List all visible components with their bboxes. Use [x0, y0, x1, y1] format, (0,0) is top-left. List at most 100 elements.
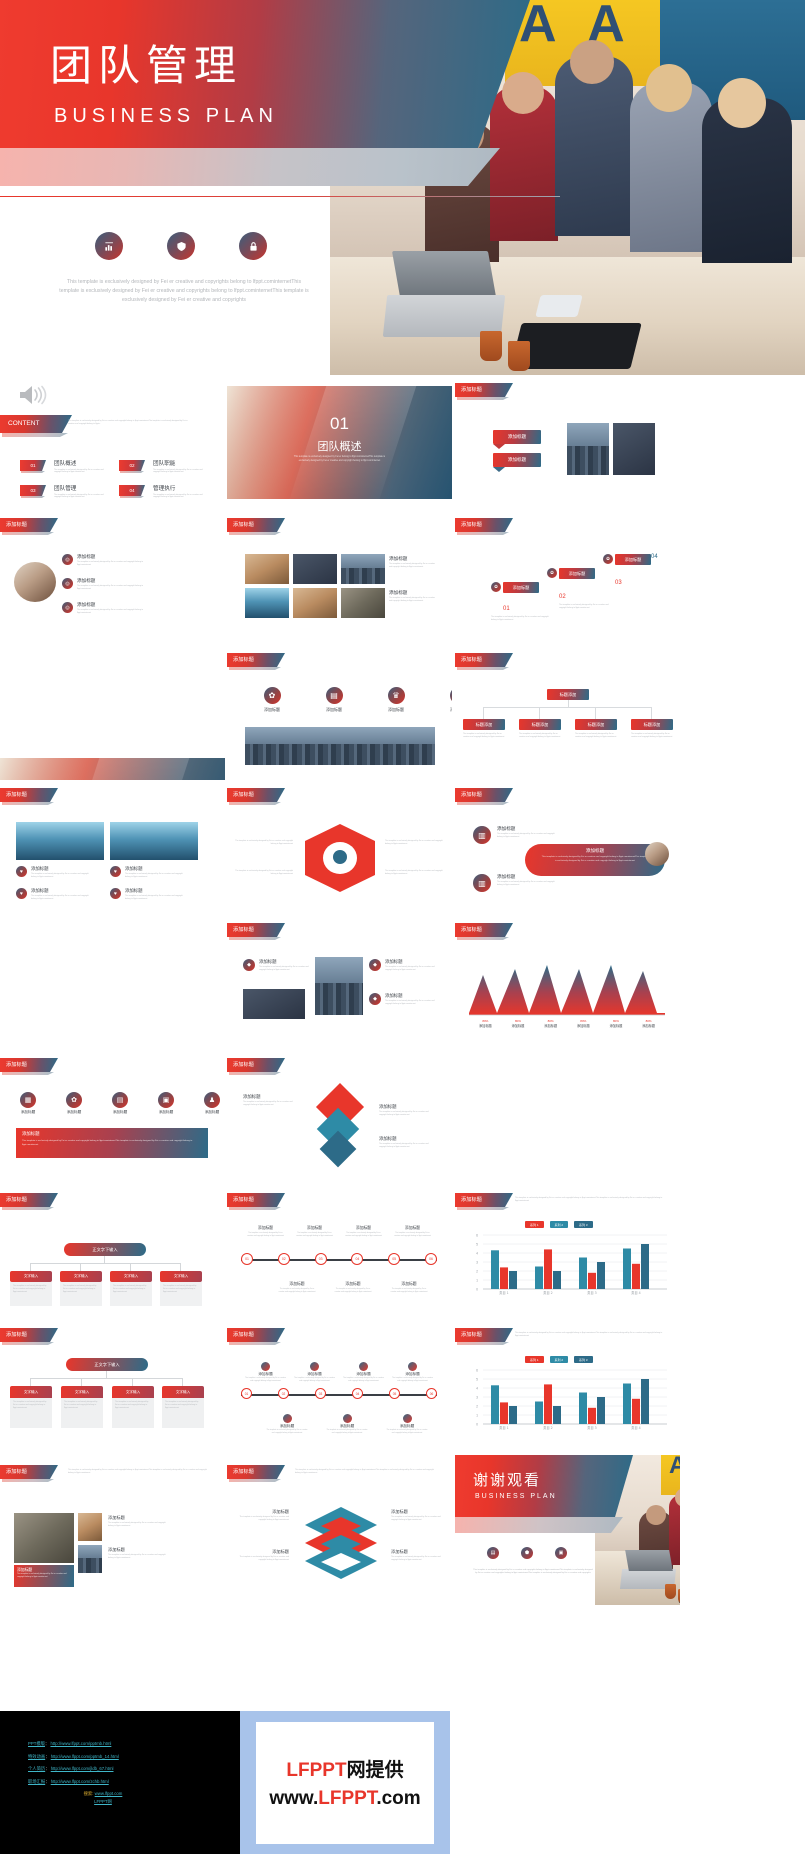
footer-link-4[interactable]: 职场汇报： http://www.lfppt.com/zchb.html: [28, 1779, 178, 1785]
footer-link-3[interactable]: 个人简历： http://www.lfppt.com/jldb_67.html: [28, 1766, 178, 1772]
footer-search-row[interactable]: 搜索: www.lfppt.com: [28, 1791, 178, 1797]
step-chip-3[interactable]: 添加标题: [615, 554, 651, 565]
sidebar-item-toc-1[interactable]: 团队概述 The template is exclusively designe…: [54, 459, 110, 474]
legend-item-3[interactable]: 系列 3: [574, 1356, 593, 1363]
tag-chip-2[interactable]: 标题添加: [519, 719, 561, 730]
step-chip-2[interactable]: 添加标题: [559, 568, 595, 579]
thanks-band-secondary: [455, 1517, 623, 1533]
slide-diamond-stack: 添加标题 添加标题 The template is exclusively de…: [227, 1050, 452, 1185]
gear-icon: ✿: [547, 568, 557, 578]
svg-text:类目 1: 类目 1: [499, 1290, 508, 1295]
svg-text:1: 1: [476, 1414, 478, 1418]
heart-icon: ♥: [110, 888, 121, 899]
timeline-node-6[interactable]: 06: [424, 1253, 437, 1265]
pill-node-1[interactable]: 文字输入: [10, 1386, 52, 1398]
list-item[interactable]: 添加标题 The template is exclusively designe…: [77, 602, 157, 615]
tag-chip-3[interactable]: 标题添加: [575, 719, 617, 730]
timeline-node-3[interactable]: 03: [314, 1253, 327, 1265]
list-item[interactable]: 添加标题 The template is exclusively designe…: [77, 578, 157, 591]
caption-block: 添加标题 The template is exclusively designe…: [385, 960, 435, 971]
timeline-node-4[interactable]: 04: [351, 1253, 364, 1265]
svg-text:6: 6: [476, 1369, 478, 1373]
dot-icon: [261, 1362, 270, 1371]
thanks-icon-row: ▤ ⬟ ▣: [487, 1547, 567, 1559]
section-number: 01: [330, 414, 349, 433]
timeline-node-1[interactable]: 01: [241, 1253, 253, 1265]
step-chip-1[interactable]: 添加标题: [503, 582, 539, 593]
icon-cell[interactable]: ✿ 添加标题: [259, 687, 285, 713]
footer-site-name[interactable]: LFPPT网: [28, 1799, 178, 1805]
toc-badge-3[interactable]: 03: [20, 485, 46, 498]
slide-icon-list: 添加标题 ◎ 添加标题 The template is exclusively …: [0, 510, 225, 645]
title-divider: [0, 196, 560, 197]
legend-item-1[interactable]: 系列 1: [525, 1221, 544, 1228]
icon-cell[interactable]: ♟ 添加标题: [200, 1092, 224, 1115]
slide-photo-caption-grid: 添加标题 ◆ 添加标题 The template is exclusively …: [227, 915, 452, 1050]
slide-spike-chart: 添加标题 80% 添加标题 80% 添加标题 80% 添加标题 80% 添加标题…: [455, 915, 680, 1050]
sidebar-item-toc-3[interactable]: 团队管理 The template is exclusively designe…: [54, 484, 110, 499]
callout-chip-1[interactable]: 添加标题: [493, 430, 541, 444]
icon-cell[interactable]: ♛ 添加标题: [383, 687, 409, 713]
lock-icon: ▣: [555, 1547, 567, 1559]
sidebar-item-toc-4[interactable]: 管理执行 The template is exclusively designe…: [153, 484, 209, 499]
timeline-node-1[interactable]: 01: [241, 1388, 252, 1399]
timeline-node-6[interactable]: 06: [426, 1388, 437, 1399]
icon-cell[interactable]: ▦ 添加标题: [16, 1092, 40, 1115]
slide-layer-diagram: 添加标题 This template is exclusively design…: [227, 1455, 452, 1590]
tag-chip-4[interactable]: 标题添加: [631, 719, 673, 730]
pill-root[interactable]: 正文字下输入: [66, 1358, 148, 1371]
trophy-icon: ♛: [387, 687, 405, 704]
dot-icon: [310, 1362, 319, 1371]
toc-badge-2[interactable]: 02: [119, 460, 145, 473]
icon-cell[interactable]: % 添加标题: [445, 687, 452, 713]
photo-thumb: [245, 588, 289, 618]
caption-block: 添加标题 The template is exclusively designe…: [389, 591, 435, 602]
icon-cell[interactable]: ▤ 添加标题: [108, 1092, 132, 1115]
tag-chip-1[interactable]: 标题添加: [463, 719, 505, 730]
monitor-icon: ▣: [158, 1092, 174, 1108]
contents-lead-text: This template is exclusively designed by…: [68, 420, 188, 425]
org-node-1[interactable]: 文字输入: [10, 1271, 52, 1282]
pill-node-2[interactable]: 文字输入: [61, 1386, 103, 1398]
icon-cell[interactable]: ▣ 添加标题: [154, 1092, 178, 1115]
svg-text:类目 4: 类目 4: [631, 1290, 640, 1295]
timeline-node-5[interactable]: 05: [388, 1253, 401, 1265]
tag-chip-top[interactable]: 标题添加: [547, 689, 589, 700]
svg-text:4: 4: [476, 1387, 478, 1391]
timeline-node-2[interactable]: 02: [277, 1253, 290, 1265]
toc-badge-1[interactable]: 01: [20, 460, 46, 473]
thanks-title: 谢谢观看: [473, 1471, 542, 1489]
footer-link-1[interactable]: PPT模版： http://www.lfppt.com/pptmb.html: [28, 1741, 178, 1747]
callout-chip-2[interactable]: 添加标题: [493, 453, 541, 467]
timeline-node-3[interactable]: 03: [315, 1388, 326, 1399]
pill-node-4[interactable]: 文字输入: [162, 1386, 204, 1398]
sidebar-item-toc-2[interactable]: 团队职能 The template is exclusively designe…: [153, 459, 209, 474]
footer-link-2[interactable]: 特效动画： http://www.lfppt.com/pptmb_14.html: [28, 1754, 178, 1760]
timeline-bottom-labels: 添加标题 The template is exclusively designe…: [278, 1281, 428, 1293]
building-icon: ▥: [473, 874, 491, 892]
org-node-3[interactable]: 文字输入: [110, 1271, 152, 1282]
icon-cell[interactable]: ✿ 添加标题: [62, 1092, 86, 1115]
photo-caption-panel: 添加标题 The template is exclusively designe…: [14, 1565, 74, 1587]
pill-node-3[interactable]: 文字输入: [112, 1386, 154, 1398]
list-item[interactable]: 添加标题 The template is exclusively designe…: [77, 554, 157, 567]
caption-block: 添加标题 The template is exclusively designe…: [389, 557, 435, 568]
timeline-top-labels: 添加标题 The template is exclusively designe…: [241, 1362, 437, 1382]
speaker-icon: [18, 383, 48, 412]
legend-item-1[interactable]: 系列 1: [525, 1356, 544, 1363]
icon-cell[interactable]: ▤ 添加标题: [321, 687, 347, 713]
org-node-2[interactable]: 文字输入: [60, 1271, 102, 1282]
org-root[interactable]: 正文字下输入: [64, 1243, 146, 1256]
photo-thumb: [78, 1513, 102, 1541]
org-node-4[interactable]: 文字输入: [160, 1271, 202, 1282]
legend-item-2[interactable]: 系列 2: [549, 1356, 569, 1363]
callout-tail-1: [493, 444, 505, 449]
pill-panel: 添加标题 This template is exclusively design…: [525, 844, 665, 876]
legend-item-3[interactable]: 系列 3: [574, 1221, 593, 1228]
timeline-node-4[interactable]: 04: [352, 1388, 363, 1399]
timeline-node-5[interactable]: 05: [389, 1388, 400, 1399]
caption-block: 添加标题 The template is exclusively designe…: [259, 960, 309, 971]
toc-badge-4[interactable]: 04: [119, 485, 145, 498]
timeline-node-2[interactable]: 02: [278, 1388, 289, 1399]
legend-item-2[interactable]: 系列 2: [549, 1221, 569, 1228]
